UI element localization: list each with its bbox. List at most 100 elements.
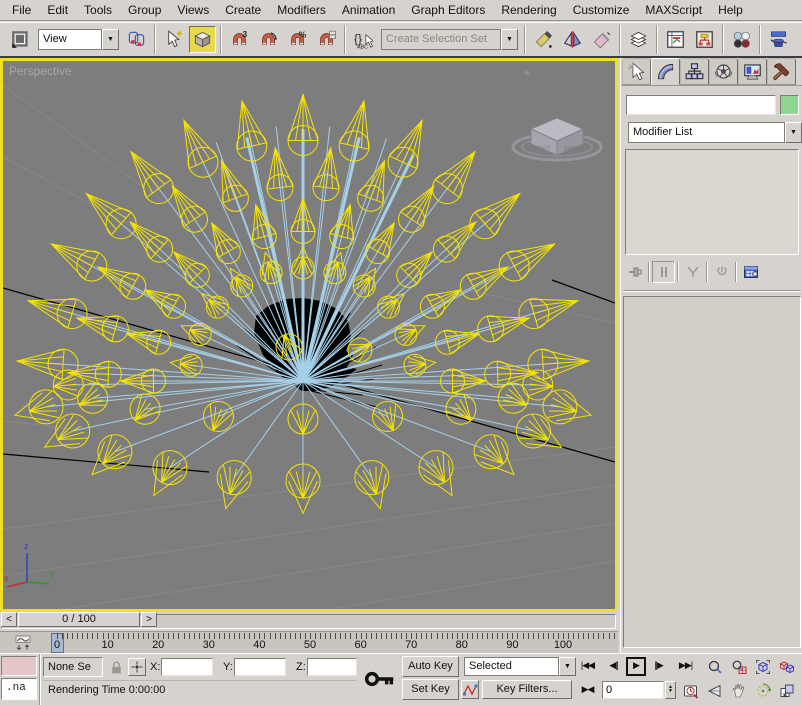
quick-align-button[interactable] — [588, 26, 615, 53]
arc-rotate-icon[interactable] — [752, 681, 773, 700]
material-editor-button[interactable] — [728, 26, 755, 53]
snap-3d-button[interactable]: 3 — [226, 26, 253, 53]
selection-lock-icon[interactable] — [108, 659, 125, 676]
y-coord-field[interactable] — [234, 658, 286, 676]
menu-file[interactable]: File — [4, 1, 39, 19]
ruler-tick — [487, 633, 488, 639]
command-panel: Modifier List ▼ — [620, 58, 802, 653]
show-end-result-button[interactable] — [652, 261, 675, 283]
viewport-scene[interactable]: RIGHTBACKxyz — [3, 61, 615, 609]
make-unique-button[interactable] — [681, 261, 704, 283]
key-filters-button[interactable]: Key Filters... — [482, 680, 572, 699]
set-key-button[interactable]: Set Key — [402, 679, 459, 700]
min-max-toggle-icon[interactable] — [776, 681, 797, 700]
chevron-down-icon[interactable]: ▼ — [559, 657, 576, 676]
go-to-start-button[interactable]: |◀◀ — [576, 657, 599, 676]
edit-named-selection-sets-button[interactable]: {}ABC — [350, 26, 377, 53]
tab-modify[interactable] — [651, 58, 680, 85]
angle-snap-button[interactable] — [255, 26, 282, 53]
time-slider-handle[interactable]: 0 / 100 — [18, 612, 140, 627]
curve-editor-button[interactable] — [662, 26, 689, 53]
menu-maxscript[interactable]: MAXScript — [637, 1, 710, 19]
go-to-end-button[interactable]: ▶▶| — [674, 657, 697, 676]
menu-help[interactable]: Help — [710, 1, 751, 19]
key-filter-selection-dropdown[interactable]: Selected ▼ — [464, 657, 576, 676]
play-button[interactable]: ▶ — [626, 657, 646, 676]
next-frame-button[interactable]: > — [141, 612, 157, 627]
ruler-tick — [614, 633, 615, 639]
macro-recorder-field[interactable] — [1, 656, 37, 676]
track-bar-ruler[interactable]: 0102030405060708090100 — [45, 632, 618, 654]
remove-modifier-button[interactable] — [710, 261, 733, 283]
perspective-viewport[interactable]: RIGHTBACKxyz Perspective — [0, 58, 618, 612]
menu-graph-editors[interactable]: Graph Editors — [403, 1, 493, 19]
named-selection-set-value: Create Selection Set — [381, 29, 501, 50]
menu-views[interactable]: Views — [169, 1, 217, 19]
percent-snap-button[interactable]: % — [284, 26, 311, 53]
zoom-extents-icon[interactable] — [752, 657, 773, 676]
menu-group[interactable]: Group — [120, 1, 169, 19]
zoom-all-icon[interactable] — [728, 657, 749, 676]
next-key-button[interactable]: ||▶ — [648, 657, 669, 676]
maxscript-listener-field[interactable]: .na — [1, 678, 37, 700]
zoom-extents-all-icon[interactable] — [776, 657, 797, 676]
y-coord-label: Y: — [223, 661, 233, 673]
mirror-button[interactable] — [559, 26, 586, 53]
previous-frame-button[interactable]: < — [1, 612, 17, 627]
menu-tools[interactable]: Tools — [76, 1, 120, 19]
object-color-swatch[interactable] — [780, 95, 799, 115]
hierarchy-tab-icon — [685, 62, 704, 81]
menu-rendering[interactable]: Rendering — [493, 1, 564, 19]
object-name-field[interactable] — [626, 95, 776, 115]
reference-coordinate-system-dropdown[interactable]: View▼ — [38, 29, 119, 50]
rollout-area[interactable] — [623, 296, 801, 648]
schematic-view-button[interactable] — [691, 26, 718, 53]
open-mini-curve-editor-icon[interactable] — [6, 634, 40, 652]
field-of-view-icon[interactable] — [704, 681, 725, 700]
configure-modifier-sets-button[interactable] — [739, 261, 762, 283]
layer-manager-button[interactable] — [625, 26, 652, 53]
render-scene-button[interactable] — [765, 26, 792, 53]
chevron-down-icon[interactable]: ▼ — [102, 29, 119, 50]
tab-utilities[interactable] — [767, 58, 796, 85]
tab-display[interactable] — [738, 58, 767, 85]
use-center-flyout-button[interactable] — [123, 26, 150, 53]
modifier-stack-list[interactable] — [625, 149, 799, 255]
time-slider-row: < 0 / 100 > — [0, 612, 618, 631]
pin-stack-button[interactable] — [623, 261, 646, 283]
viewport-label[interactable]: Perspective — [9, 64, 72, 78]
ruler-tick — [295, 633, 296, 639]
menu-edit[interactable]: Edit — [39, 1, 76, 19]
pan-icon[interactable] — [728, 681, 749, 700]
menu-customize[interactable]: Customize — [565, 1, 638, 19]
tab-create[interactable] — [622, 58, 651, 85]
menu-create[interactable]: Create — [217, 1, 269, 19]
time-configuration-icon[interactable] — [681, 681, 700, 700]
current-frame-field[interactable] — [602, 681, 664, 699]
menu-modifiers[interactable]: Modifiers — [269, 1, 334, 19]
absolute-mode-icon[interactable] — [128, 658, 146, 676]
zoom-icon[interactable] — [704, 657, 725, 676]
menu-animation[interactable]: Animation — [334, 1, 403, 19]
default-tangent-icon[interactable] — [461, 680, 479, 699]
tab-motion[interactable] — [709, 58, 738, 85]
chevron-down-icon[interactable]: ▼ — [501, 29, 518, 50]
x-coord-field[interactable] — [161, 658, 213, 676]
snaps-toggle-button[interactable] — [189, 26, 216, 53]
chevron-down-icon[interactable]: ▼ — [785, 122, 802, 143]
auto-key-button[interactable]: Auto Key — [402, 656, 459, 677]
previous-key-button[interactable]: ◀|| — [603, 657, 624, 676]
select-and-manipulate-button[interactable] — [160, 26, 187, 53]
selection-region-button[interactable] — [7, 26, 34, 53]
align-button[interactable] — [530, 26, 557, 53]
track-bar[interactable]: 0102030405060708090100 — [0, 631, 618, 653]
modifier-list-dropdown[interactable]: Modifier List ▼ — [628, 122, 802, 143]
spinner-snap-button[interactable] — [313, 26, 340, 53]
tab-hierarchy[interactable] — [680, 58, 709, 85]
frame-spinner[interactable]: ▲▼ — [665, 681, 676, 699]
z-coord-field[interactable] — [307, 658, 357, 676]
key-mode-toggle[interactable]: ▶◀ — [576, 681, 599, 700]
named-selection-set-dropdown[interactable]: Create Selection Set▼ — [381, 29, 518, 50]
set-keys-button[interactable] — [360, 656, 400, 702]
spinner-down-icon[interactable]: ▼ — [668, 688, 673, 694]
